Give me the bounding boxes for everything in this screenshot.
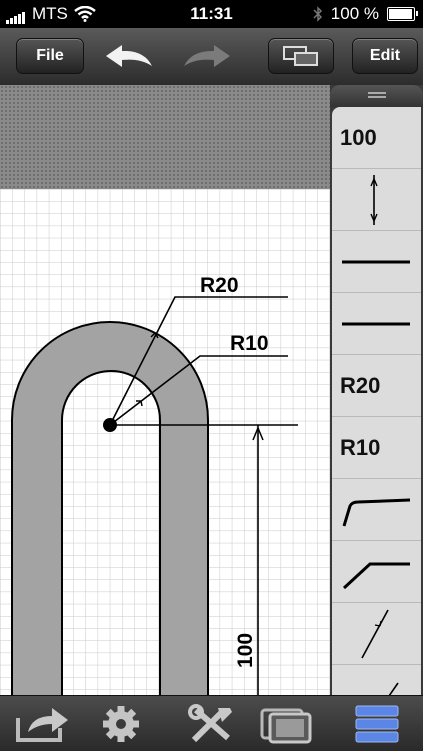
- share-icon: [16, 708, 68, 742]
- bluetooth-icon: [313, 6, 322, 22]
- drawing-canvas[interactable]: R20 R10 100: [0, 189, 330, 695]
- radius-outer-label: R20: [200, 274, 239, 297]
- panel-item-corner[interactable]: [332, 479, 421, 541]
- sheets-button[interactable]: [258, 704, 316, 749]
- bottom-toolbar: [0, 695, 423, 751]
- status-bar: MTS 11:31 100 %: [0, 0, 423, 28]
- panel-item-line[interactable]: [332, 231, 421, 293]
- battery-label: 100 %: [330, 4, 379, 23]
- file-button[interactable]: File: [16, 38, 84, 74]
- radius-inner-label: R10: [230, 332, 269, 355]
- panel-item-partial[interactable]: [332, 665, 421, 695]
- corner-chamfer-icon: [342, 562, 410, 589]
- length-label: 100: [234, 633, 257, 668]
- tools-icon: [188, 704, 232, 743]
- redo-button[interactable]: [182, 42, 232, 75]
- layers-button[interactable]: [268, 38, 334, 74]
- redo-icon: [184, 45, 230, 67]
- panel-item-radius-r20[interactable]: R20: [332, 355, 421, 417]
- elements-list[interactable]: 100 R20 R10: [332, 107, 421, 695]
- panel-item-diagonal-dimension[interactable]: [332, 603, 421, 665]
- undo-button[interactable]: [104, 42, 154, 75]
- settings-button[interactable]: [100, 704, 142, 749]
- vertical-dimension-icon: [370, 174, 378, 225]
- panel-item-chamfer[interactable]: [332, 541, 421, 603]
- diagonal-line-icon: [388, 682, 399, 695]
- battery-icon: [387, 7, 418, 21]
- thick-line-icon: [342, 322, 410, 325]
- top-toolbar: File Edit: [0, 28, 423, 86]
- corner-sharp-icon: [342, 498, 411, 526]
- panel-item-dimension-100[interactable]: 100: [332, 107, 421, 169]
- layers-icon: [283, 46, 318, 66]
- panel-item-vertical-dimension[interactable]: [332, 169, 421, 231]
- panel-drag-handle[interactable]: [330, 85, 423, 107]
- diagonal-dimension-icon: [361, 609, 389, 658]
- sheets-icon: [260, 708, 312, 744]
- elements-panel: 100 R20 R10: [330, 85, 423, 695]
- tools-button[interactable]: [186, 704, 238, 749]
- panel-toggle-button[interactable]: [354, 704, 400, 749]
- panel-item-radius-r10[interactable]: R10: [332, 417, 421, 479]
- export-button[interactable]: [14, 704, 72, 749]
- gear-icon: [103, 706, 139, 742]
- panel-item-line[interactable]: [332, 293, 421, 355]
- drawing: R20 R10 100: [0, 189, 330, 695]
- thick-line-icon: [342, 260, 410, 263]
- list-icon: [355, 705, 399, 743]
- edit-button[interactable]: Edit: [352, 38, 418, 74]
- undo-icon: [106, 45, 152, 67]
- canvas-background: [0, 85, 330, 189]
